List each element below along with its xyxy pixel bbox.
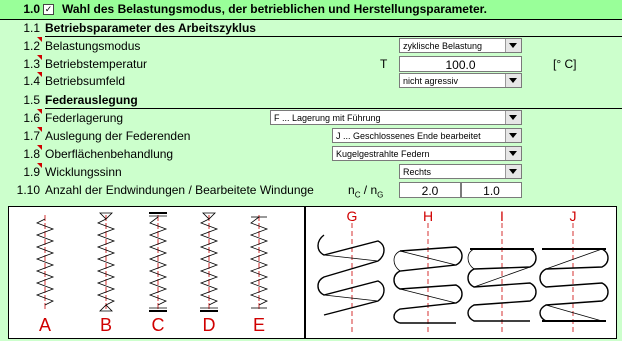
ground-coils-input[interactable]: 1.0 [461, 182, 522, 198]
temperature-symbol: T [380, 57, 388, 71]
row-number: 1.7 [23, 129, 40, 143]
row-1-3: 1.3 Betriebstemperatur T 100.0 [° C] [0, 55, 622, 73]
spring-end-dropdown[interactable]: J ... Geschlossenes Ende bearbeitet [332, 128, 522, 143]
spring-e-icon [249, 215, 269, 309]
field-label: Betriebstemperatur [45, 57, 148, 71]
chevron-down-icon[interactable] [505, 165, 521, 178]
spring-j-icon [539, 248, 609, 322]
section-title: Wahl des Belastungsmodus, der betrieblic… [62, 2, 487, 16]
comment-marker-icon[interactable] [37, 109, 42, 114]
row-1-7: 1.7 Auslegung der Federenden J ... Gesch… [0, 127, 622, 145]
subsection-title: Federauslegung [45, 93, 138, 107]
row-1-9: 1.9 Wicklungssinn Rechts [0, 163, 622, 181]
dropdown-value: F ... Lagerung mit Führung [274, 113, 381, 123]
subsection-title: Betriebsparameter des Arbeitszyklus [45, 21, 256, 35]
spring-h-label: H [423, 208, 433, 224]
chevron-down-icon[interactable] [505, 111, 521, 124]
dropdown-value: Kugelgestrahlte Federn [336, 149, 430, 159]
spring-g-label: G [347, 208, 358, 224]
field-label: Betriebsumfeld [45, 74, 126, 88]
environment-dropdown[interactable]: nicht agressiv [399, 73, 522, 88]
row-1-8: 1.8 Oberflächenbehandlung Kugelgestrahlt… [0, 145, 622, 163]
section-header: 1.0 ✓ Wahl des Belastungsmodus, der betr… [0, 0, 622, 19]
chevron-down-icon[interactable] [505, 129, 521, 142]
field-label: Wicklungssinn [45, 165, 122, 179]
spring-b-icon [96, 212, 116, 312]
comment-marker-icon[interactable] [37, 127, 42, 132]
spring-support-diagram: A B C D E [35, 212, 269, 335]
row-1-2: 1.2 Belastungsmodus zyklische Belastung [0, 37, 622, 55]
spring-a-label: A [39, 315, 51, 335]
comment-marker-icon[interactable] [37, 55, 42, 60]
row-1-4: 1.4 Betriebsumfeld nicht agressiv [0, 72, 622, 90]
field-label: Belastungsmodus [45, 39, 141, 53]
spring-d-icon [199, 212, 219, 312]
spring-end-diagram: G H I J [317, 208, 609, 335]
chevron-down-icon[interactable] [505, 147, 521, 160]
comment-marker-icon[interactable] [37, 72, 42, 77]
spring-a-icon [35, 215, 55, 309]
dropdown-value: nicht agressiv [403, 76, 459, 86]
spring-support-figure: A B C D E [8, 206, 305, 339]
row-number: 1.9 [23, 165, 40, 179]
end-coils-symbol: nC / nG [348, 183, 384, 200]
section-number: 1.0 [23, 2, 40, 16]
spring-e-label: E [253, 315, 265, 335]
row-number: 1.3 [23, 57, 40, 71]
dropdown-value: J ... Geschlossenes Ende bearbeitet [336, 131, 481, 141]
field-label: Oberflächenbehandlung [45, 147, 174, 161]
chevron-down-icon[interactable] [505, 39, 521, 52]
collapse-checkbox[interactable]: ✓ [43, 4, 54, 15]
spring-d-label: D [203, 315, 216, 335]
spring-c-icon [148, 212, 168, 312]
row-number: 1.10 [16, 183, 40, 197]
spring-j-label: J [570, 208, 577, 224]
row-1-10: 1.10 Anzahl der Endwindungen / Bearbeite… [0, 181, 622, 199]
dropdown-value: zyklische Belastung [403, 41, 483, 51]
spring-i-label: I [500, 208, 504, 224]
row-number: 1.8 [23, 147, 40, 161]
temperature-input[interactable]: 100.0 [399, 56, 522, 72]
end-coils-input[interactable]: 2.0 [399, 182, 461, 198]
row-number: 1.4 [23, 74, 40, 88]
comment-marker-icon[interactable] [37, 163, 42, 168]
chevron-down-icon[interactable] [505, 74, 521, 87]
spring-support-dropdown[interactable]: F ... Lagerung mit Führung [270, 110, 522, 125]
surface-treatment-dropdown[interactable]: Kugelgestrahlte Federn [332, 146, 522, 161]
spring-b-label: B [100, 315, 112, 335]
row-1-6: 1.6 Federlagerung F ... Lagerung mit Füh… [0, 109, 622, 127]
spring-end-figure: G H I J [305, 206, 617, 339]
temperature-unit: [° C] [553, 57, 577, 71]
comment-marker-icon[interactable] [37, 37, 42, 42]
field-label: Federlagerung [45, 111, 124, 125]
row-1-1: 1.1 Betriebsparameter des Arbeitszyklus [0, 19, 622, 37]
row-number: 1.5 [23, 93, 40, 107]
comment-marker-icon[interactable] [37, 145, 42, 150]
dropdown-value: Rechts [403, 167, 432, 177]
row-number: 1.2 [23, 39, 40, 53]
field-label: Anzahl der Endwindungen / Bearbeitete Wi… [45, 183, 314, 197]
row-number: 1.1 [23, 21, 40, 35]
winding-direction-dropdown[interactable]: Rechts [399, 164, 522, 179]
row-1-5: 1.5 Federauslegung [0, 91, 622, 109]
spring-g-icon [317, 234, 385, 316]
load-mode-dropdown[interactable]: zyklische Belastung [399, 38, 522, 53]
spring-c-label: C [152, 315, 165, 335]
field-label: Auslegung der Federenden [45, 129, 191, 143]
row-number: 1.6 [23, 111, 40, 125]
